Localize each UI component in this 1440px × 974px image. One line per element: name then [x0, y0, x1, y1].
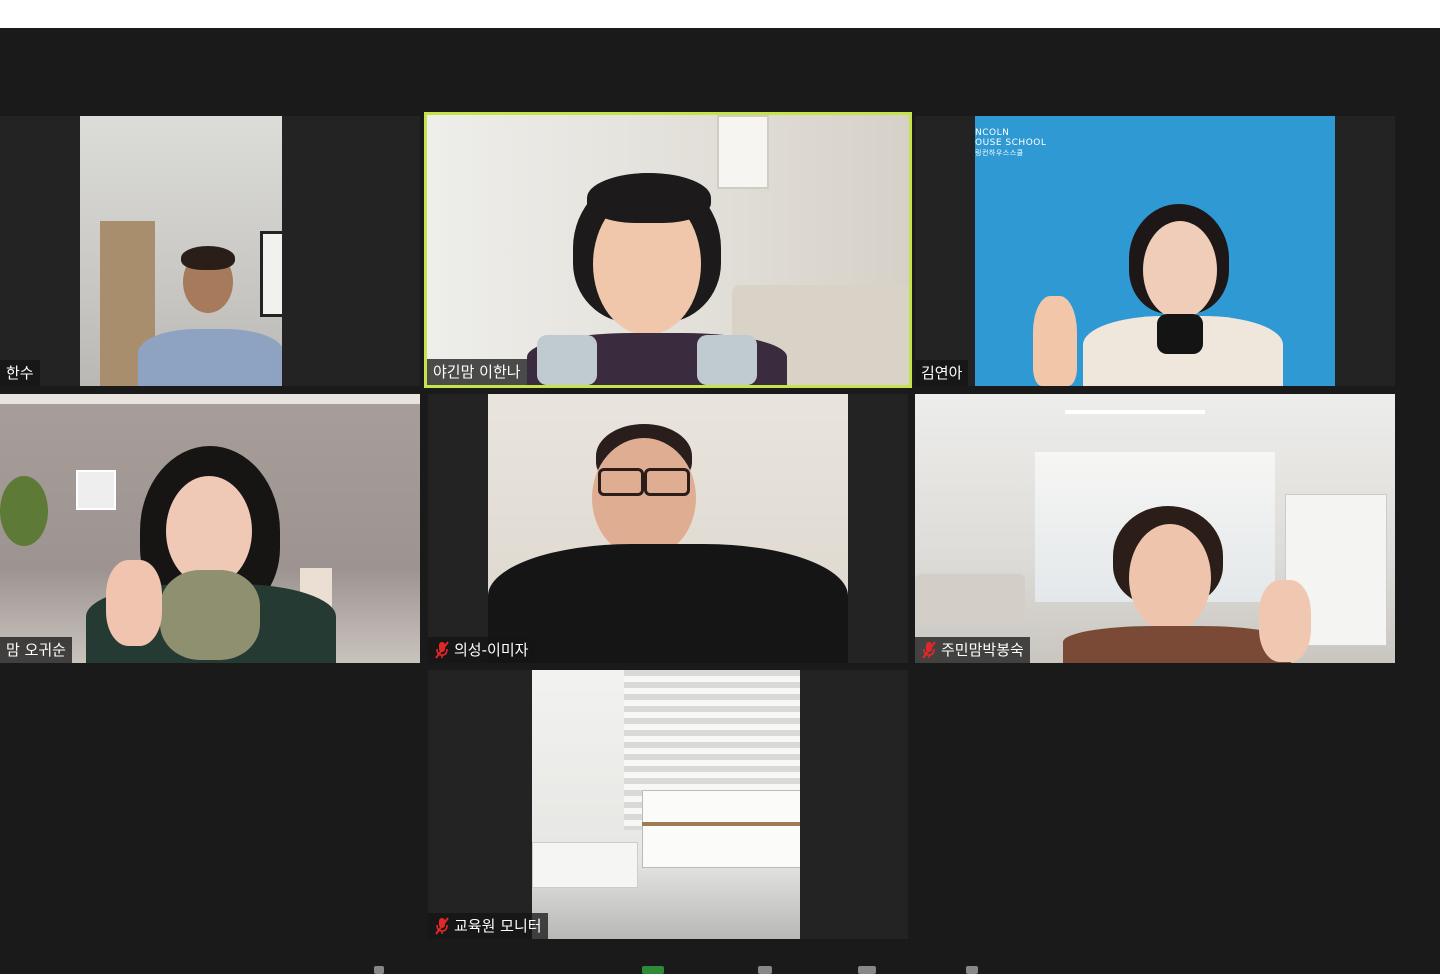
waving-hand — [1259, 580, 1311, 662]
toolbar-icon[interactable] — [374, 966, 384, 974]
mic-muted-icon — [922, 641, 936, 659]
sweater — [1063, 626, 1291, 663]
participant-name: 한수 — [6, 364, 34, 382]
participant-name: 교육원 모니터 — [454, 917, 542, 935]
toolbar-icon[interactable] — [642, 966, 664, 974]
heart-hand — [106, 560, 162, 646]
logo-line: NCOLN — [975, 128, 1010, 138]
video-tile-1[interactable]: 한수 — [0, 116, 420, 386]
bed — [532, 842, 638, 888]
bangs — [587, 173, 711, 223]
video-tile-5[interactable]: 의성-이미자 — [428, 394, 908, 663]
video-tile-2[interactable]: 야긴맘 이한나 — [424, 112, 912, 388]
participant-name: 야긴맘 이한나 — [433, 363, 521, 381]
wall-frame — [260, 231, 282, 317]
face — [1143, 221, 1217, 319]
glasses-left — [598, 468, 644, 496]
glasses-right — [644, 468, 690, 496]
participant-name-label: 야긴맘 이한나 — [427, 359, 527, 385]
participant-name: 김연아 — [921, 364, 963, 382]
ceiling — [0, 394, 420, 404]
logo-line: 링컨하우스스쿨 — [975, 149, 1024, 157]
video-feed: NCOLN OUSE SCHOOL 링컨하우스스쿨 — [975, 116, 1335, 386]
shirt — [138, 329, 282, 386]
face — [592, 438, 696, 558]
participant-name-label: 맘 오귀순 — [0, 637, 72, 663]
participant-name-label: 한수 — [0, 360, 40, 386]
mic-muted-icon — [435, 641, 449, 659]
wall-frame — [717, 115, 769, 189]
toolbar-icon[interactable] — [758, 966, 772, 974]
toolbar-icon[interactable] — [858, 966, 876, 974]
participant-name: 의성-이미자 — [454, 641, 529, 659]
participant-name-label: 교육원 모니터 — [428, 913, 548, 939]
logo-line: OUSE SCHOOL — [975, 138, 1047, 148]
participant-name: 주민맘박봉숙 — [941, 641, 1024, 659]
hair — [181, 246, 235, 270]
carrier-strap — [697, 335, 757, 385]
wall-frame — [76, 470, 116, 510]
shirt — [488, 544, 848, 663]
scarf — [160, 570, 260, 660]
participant-name-label: 주민맘박봉숙 — [915, 637, 1030, 663]
black-top — [1157, 314, 1203, 354]
video-tile-4[interactable]: 맘 오귀순 — [0, 394, 420, 663]
toolbar-icon[interactable] — [966, 966, 978, 974]
video-feed — [488, 394, 848, 663]
window-top-bar — [0, 0, 1440, 28]
video-tile-6[interactable]: 주민맘박봉숙 — [915, 394, 1395, 663]
carrier-strap — [537, 335, 597, 385]
video-feed — [532, 670, 800, 939]
video-feed — [80, 116, 282, 386]
participant-name-label: 의성-이미자 — [428, 637, 535, 663]
tv-cabinet — [642, 790, 800, 868]
sofa — [915, 574, 1025, 624]
toolbar-edge — [0, 962, 1440, 974]
peace-hand — [1033, 296, 1077, 386]
video-feed — [915, 394, 1395, 663]
plant — [0, 476, 48, 546]
video-feed — [0, 394, 420, 663]
video-tile-7[interactable]: 교육원 모니터 — [428, 670, 908, 939]
school-logo-text: NCOLN OUSE SCHOOL 링컨하우스스쿨 — [975, 128, 1046, 158]
video-tile-3[interactable]: NCOLN OUSE SCHOOL 링컨하우스스쿨 김연아 — [915, 116, 1395, 386]
cabinet-trim — [642, 822, 800, 826]
face — [1129, 524, 1211, 632]
video-feed — [427, 115, 909, 385]
mic-muted-icon — [435, 917, 449, 935]
ceiling-light — [1065, 410, 1205, 414]
participant-name: 맘 오귀순 — [6, 641, 66, 659]
participant-name-label: 김연아 — [915, 360, 969, 386]
